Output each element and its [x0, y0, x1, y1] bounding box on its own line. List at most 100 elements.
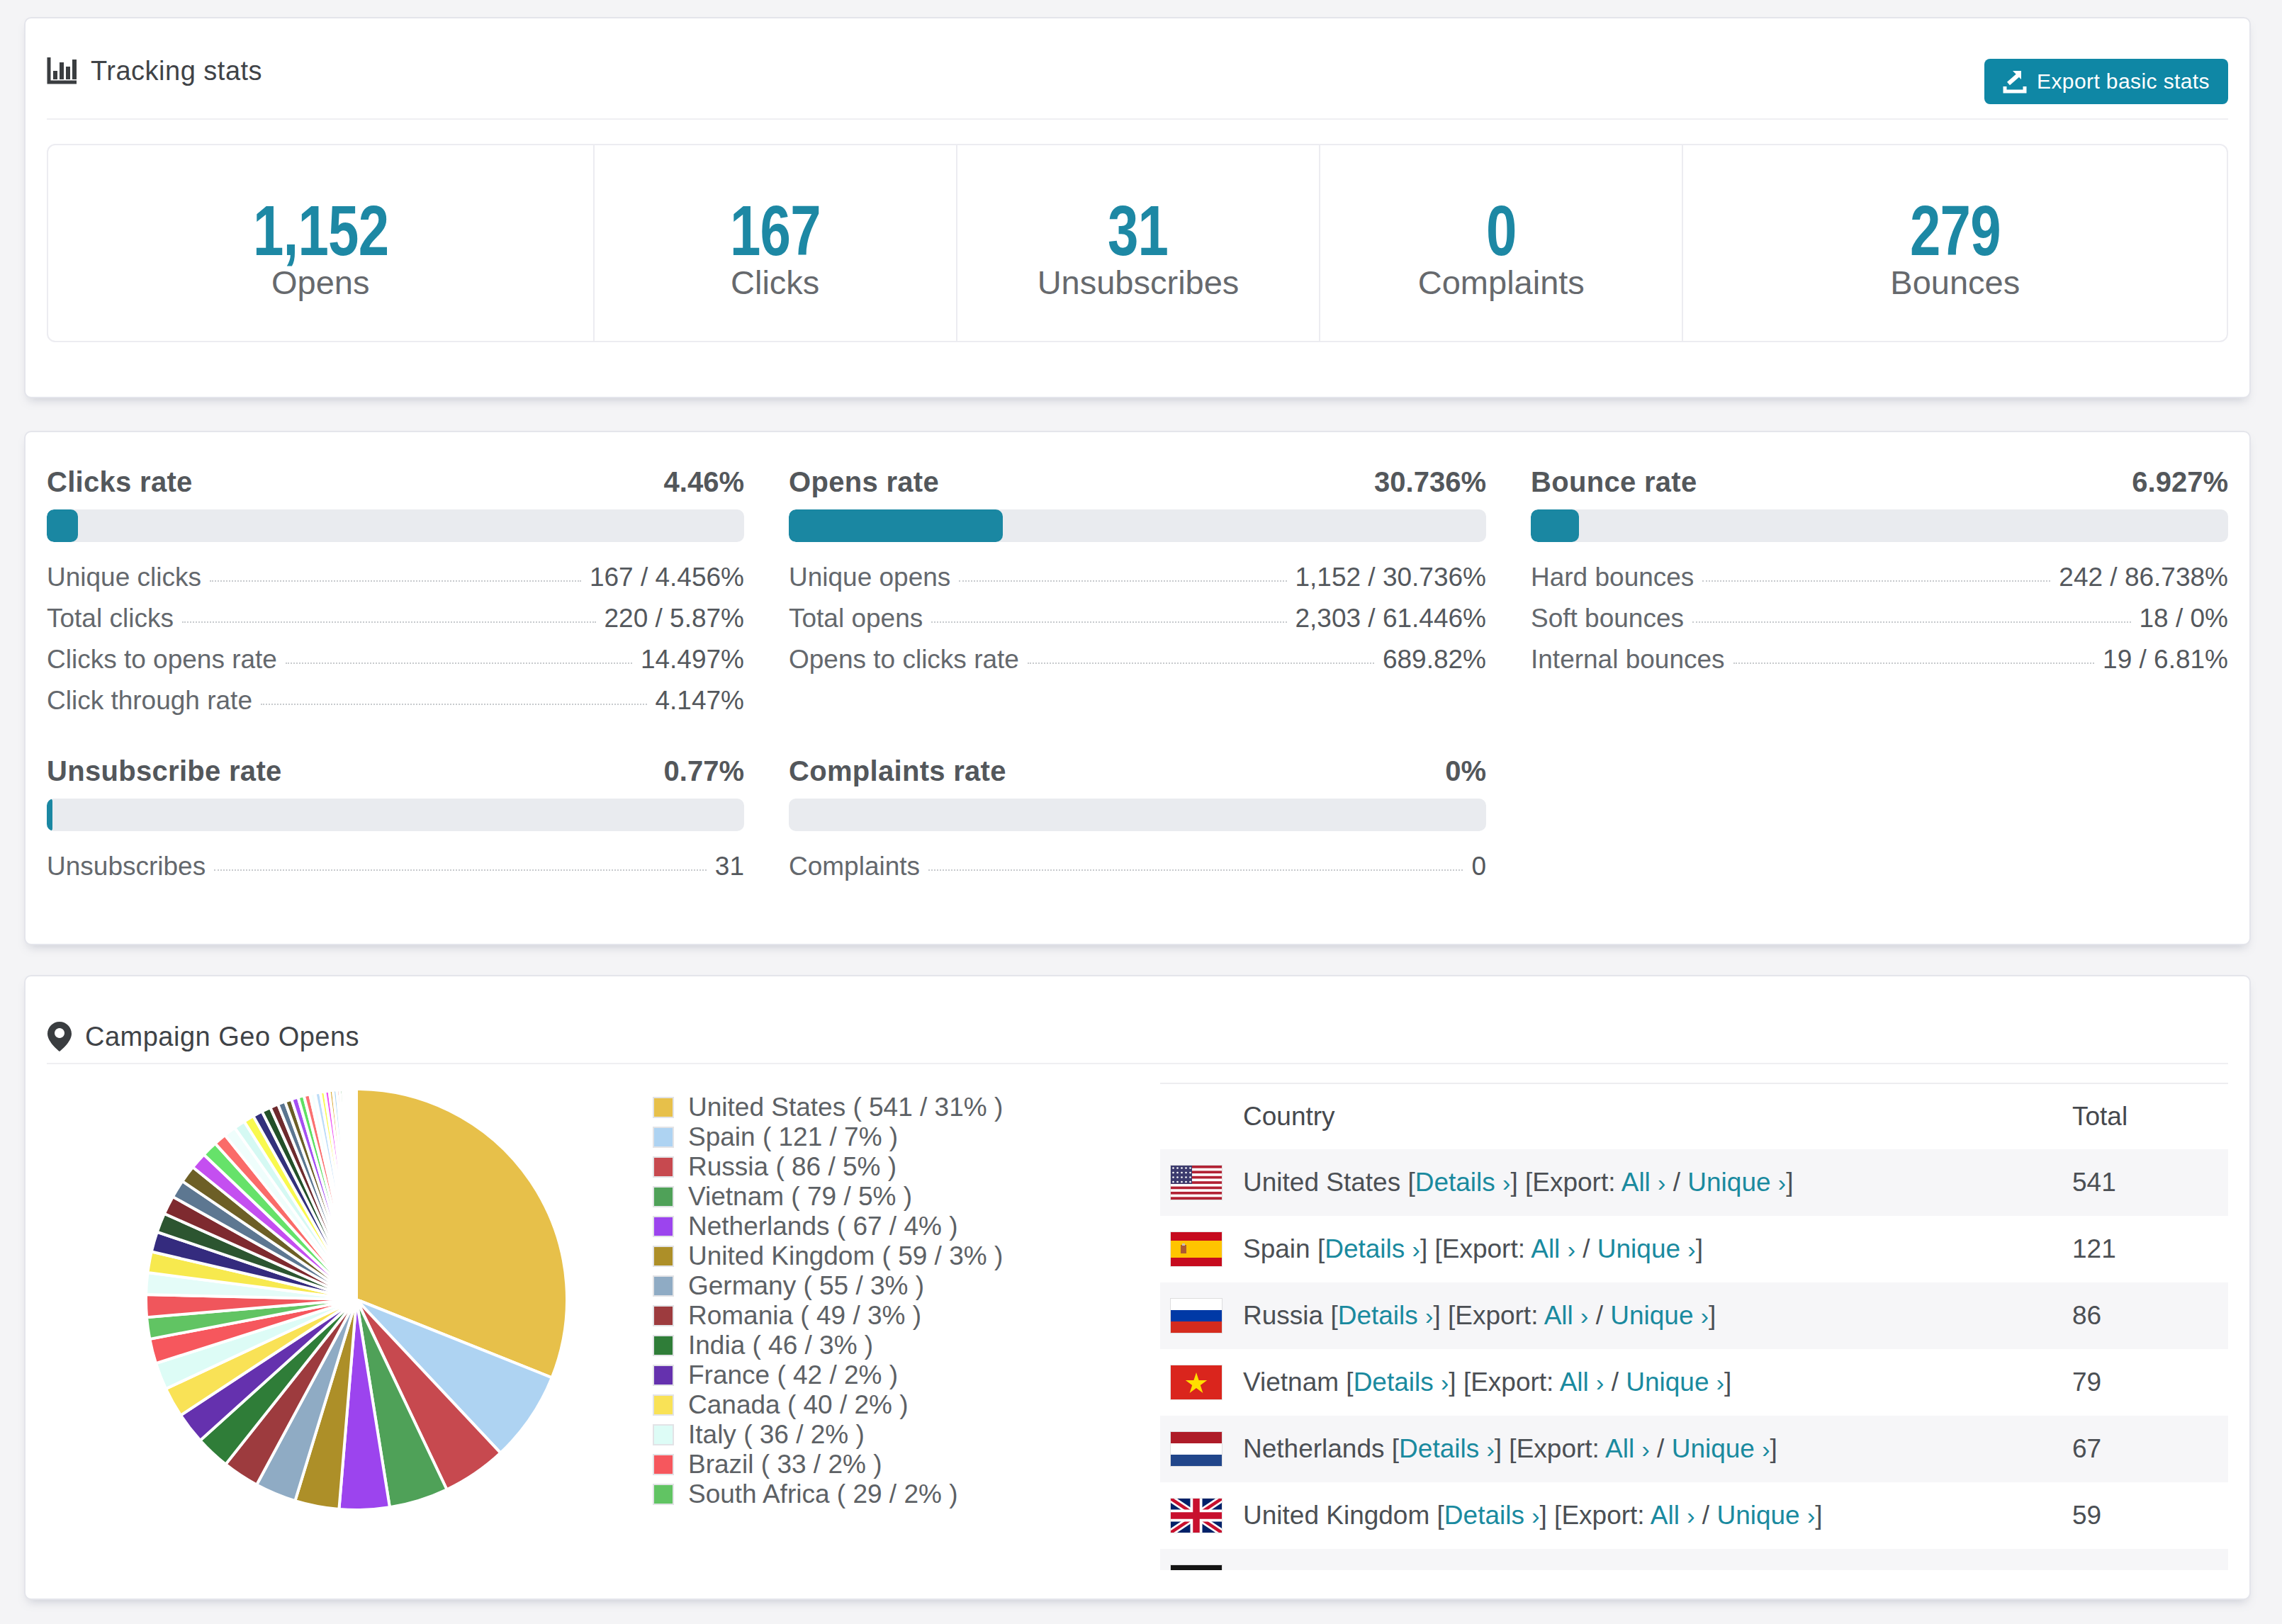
- rate-progress-fill: [1531, 509, 1579, 542]
- geo-opens-title-text: Campaign Geo Opens: [85, 1017, 359, 1056]
- legend-item-netherlands: Netherlands ( 67 / 4% ): [653, 1212, 1003, 1241]
- dotted-leader: [286, 662, 632, 664]
- legend-swatch: [653, 1097, 674, 1118]
- total-cell: 67: [2058, 1416, 2228, 1482]
- dotted-leader: [931, 621, 1286, 623]
- rate-title: Unsubscribe rate: [47, 755, 282, 787]
- rate-value: 30.736%: [1374, 466, 1486, 498]
- export-unique-link[interactable]: Unique ›: [1626, 1368, 1724, 1397]
- export-all-link[interactable]: All ›: [1560, 1368, 1604, 1397]
- details-link[interactable]: Details ›: [1325, 1234, 1420, 1263]
- legend-swatch: [653, 1275, 674, 1297]
- rate-head: Complaints rate 0%: [789, 755, 1486, 787]
- geo-table-row-vn: Vietnam [Details ›] [Export: All › / Uni…: [1160, 1349, 2228, 1416]
- bar-chart-icon: [47, 56, 78, 86]
- geo-pie-chart: United States ( 541 / 31% )Spain ( 121 /…: [47, 1087, 1138, 1570]
- rate-row-label: Hard bounces: [1531, 563, 1694, 592]
- legend-item-spain: Spain ( 121 / 7% ): [653, 1122, 1003, 1152]
- legend-label: Italy ( 36 / 2% ): [688, 1420, 865, 1450]
- country-line: Russia [Details ›] [Export: All › / Uniq…: [1243, 1301, 1716, 1330]
- rate-title: Complaints rate: [789, 755, 1006, 787]
- rate-progress-bar: [789, 799, 1486, 831]
- details-link[interactable]: Details ›: [1354, 1368, 1449, 1397]
- export-all-link[interactable]: All ›: [1621, 1168, 1666, 1197]
- country-line: United Kingdom [Details ›] [Export: All …: [1243, 1501, 1823, 1530]
- legend-item-vietnam: Vietnam ( 79 / 5% ): [653, 1182, 1003, 1212]
- export-label: ] [Export:: [1461, 1567, 1571, 1570]
- tracking-stats-header: Tracking stats Export basic stats: [47, 18, 2228, 120]
- summary-value: 167: [730, 193, 821, 267]
- legend-label: India ( 46 / 3% ): [688, 1331, 873, 1360]
- rate-value: 0.77%: [664, 755, 744, 787]
- export-button-label: Export basic stats: [2037, 69, 2210, 94]
- details-link[interactable]: Details ›: [1444, 1501, 1540, 1530]
- country-name: Russia [: [1243, 1301, 1338, 1330]
- legend-label: Russia ( 86 / 5% ): [688, 1152, 896, 1182]
- chevron-right-icon: ›: [1807, 1502, 1815, 1529]
- total-cell: 121: [2058, 1216, 2228, 1282]
- rate-rows: Complaints 0: [789, 852, 1486, 893]
- rate-row: Total opens2,303 / 61.446%: [789, 604, 1486, 645]
- total-cell: 79: [2058, 1349, 2228, 1416]
- geo-table-body: United States [Details ›] [Export: All ›…: [1160, 1149, 2228, 1570]
- export-unique-link[interactable]: Unique ›: [1687, 1168, 1786, 1197]
- rate-value: 0%: [1445, 755, 1486, 787]
- flag-cell: [1160, 1216, 1243, 1282]
- slash-separator: /: [1588, 1301, 1610, 1330]
- tracking-stats-title: Tracking stats: [47, 51, 262, 91]
- slash-separator: /: [1575, 1234, 1597, 1263]
- legend-swatch: [653, 1454, 674, 1475]
- geo-table-element: Country Total United States [Details ›] …: [1160, 1084, 2228, 1570]
- rate-row-value: 31: [715, 852, 744, 881]
- dotted-leader: [210, 580, 581, 582]
- legend-swatch: [653, 1305, 674, 1326]
- export-unique-link[interactable]: Unique ›: [1638, 1567, 1736, 1570]
- bracket-close: ]: [1786, 1168, 1793, 1197]
- rate-row-value: 0: [1471, 852, 1486, 881]
- export-all-link[interactable]: All ›: [1544, 1301, 1589, 1330]
- export-all-link[interactable]: All ›: [1531, 1234, 1575, 1263]
- us-flag-icon: [1171, 1166, 1222, 1200]
- export-all-link[interactable]: All ›: [1651, 1501, 1695, 1530]
- geo-opens-body: United States ( 541 / 31% )Spain ( 121 /…: [26, 1064, 2249, 1570]
- export-label: ] [Export:: [1433, 1301, 1544, 1330]
- rate-row-label: Complaints: [789, 852, 920, 881]
- export-unique-link[interactable]: Unique ›: [1672, 1434, 1770, 1463]
- es-flag-icon: [1171, 1232, 1222, 1266]
- slash-separator: /: [1650, 1434, 1672, 1463]
- dotted-leader: [1692, 621, 2131, 623]
- export-all-link[interactable]: All ›: [1572, 1567, 1617, 1570]
- details-link[interactable]: Details ›: [1399, 1434, 1495, 1463]
- pie-legend: United States ( 541 / 31% )Spain ( 121 /…: [653, 1093, 1003, 1570]
- total-cell: 541: [2058, 1149, 2228, 1216]
- summary-cell-unsubscribes: 31Unsubscribes: [956, 145, 1319, 341]
- geo-table-row-es: Spain [Details ›] [Export: All › / Uniqu…: [1160, 1216, 2228, 1282]
- rate-progress-bar: [1531, 509, 2228, 542]
- country-cell: Germany [Details ›] [Export: All › / Uni…: [1243, 1549, 2058, 1570]
- export-all-link[interactable]: All ›: [1605, 1434, 1650, 1463]
- export-unique-link[interactable]: Unique ›: [1597, 1234, 1696, 1263]
- details-link[interactable]: Details ›: [1366, 1567, 1461, 1570]
- details-link[interactable]: Details ›: [1415, 1168, 1511, 1197]
- map-pin-icon: [47, 1021, 72, 1052]
- vn-flag-icon: [1171, 1365, 1222, 1399]
- gb-flag-icon: [1171, 1499, 1222, 1533]
- export-label: ] [Export:: [1540, 1501, 1651, 1530]
- country-name: United Kingdom [: [1243, 1501, 1444, 1530]
- geo-table: Country Total United States [Details ›] …: [1160, 1083, 2228, 1570]
- rate-progress-bar: [789, 509, 1486, 542]
- details-link[interactable]: Details ›: [1338, 1301, 1434, 1330]
- rate-row-value: 1,152 / 30.736%: [1295, 563, 1487, 592]
- export-unique-link[interactable]: Unique ›: [1610, 1301, 1709, 1330]
- legend-label: Romania ( 49 / 3% ): [688, 1301, 921, 1331]
- export-unique-link[interactable]: Unique ›: [1716, 1501, 1815, 1530]
- rate-row-value: 4.147%: [656, 686, 745, 716]
- country-line: Netherlands [Details ›] [Export: All › /…: [1243, 1434, 1777, 1463]
- export-basic-stats-button[interactable]: Export basic stats: [1984, 59, 2228, 104]
- dotted-leader: [1702, 580, 2050, 582]
- geo-opens-card: Campaign Geo Opens United States ( 541 /…: [24, 975, 2251, 1600]
- rate-block-bounce-rate: Bounce rate6.927%Hard bounces242 / 86.73…: [1531, 466, 2228, 727]
- slash-separator: /: [1616, 1567, 1638, 1570]
- rate-row-label: Opens to clicks rate: [789, 645, 1019, 675]
- export-label: ] [Export:: [1420, 1234, 1531, 1263]
